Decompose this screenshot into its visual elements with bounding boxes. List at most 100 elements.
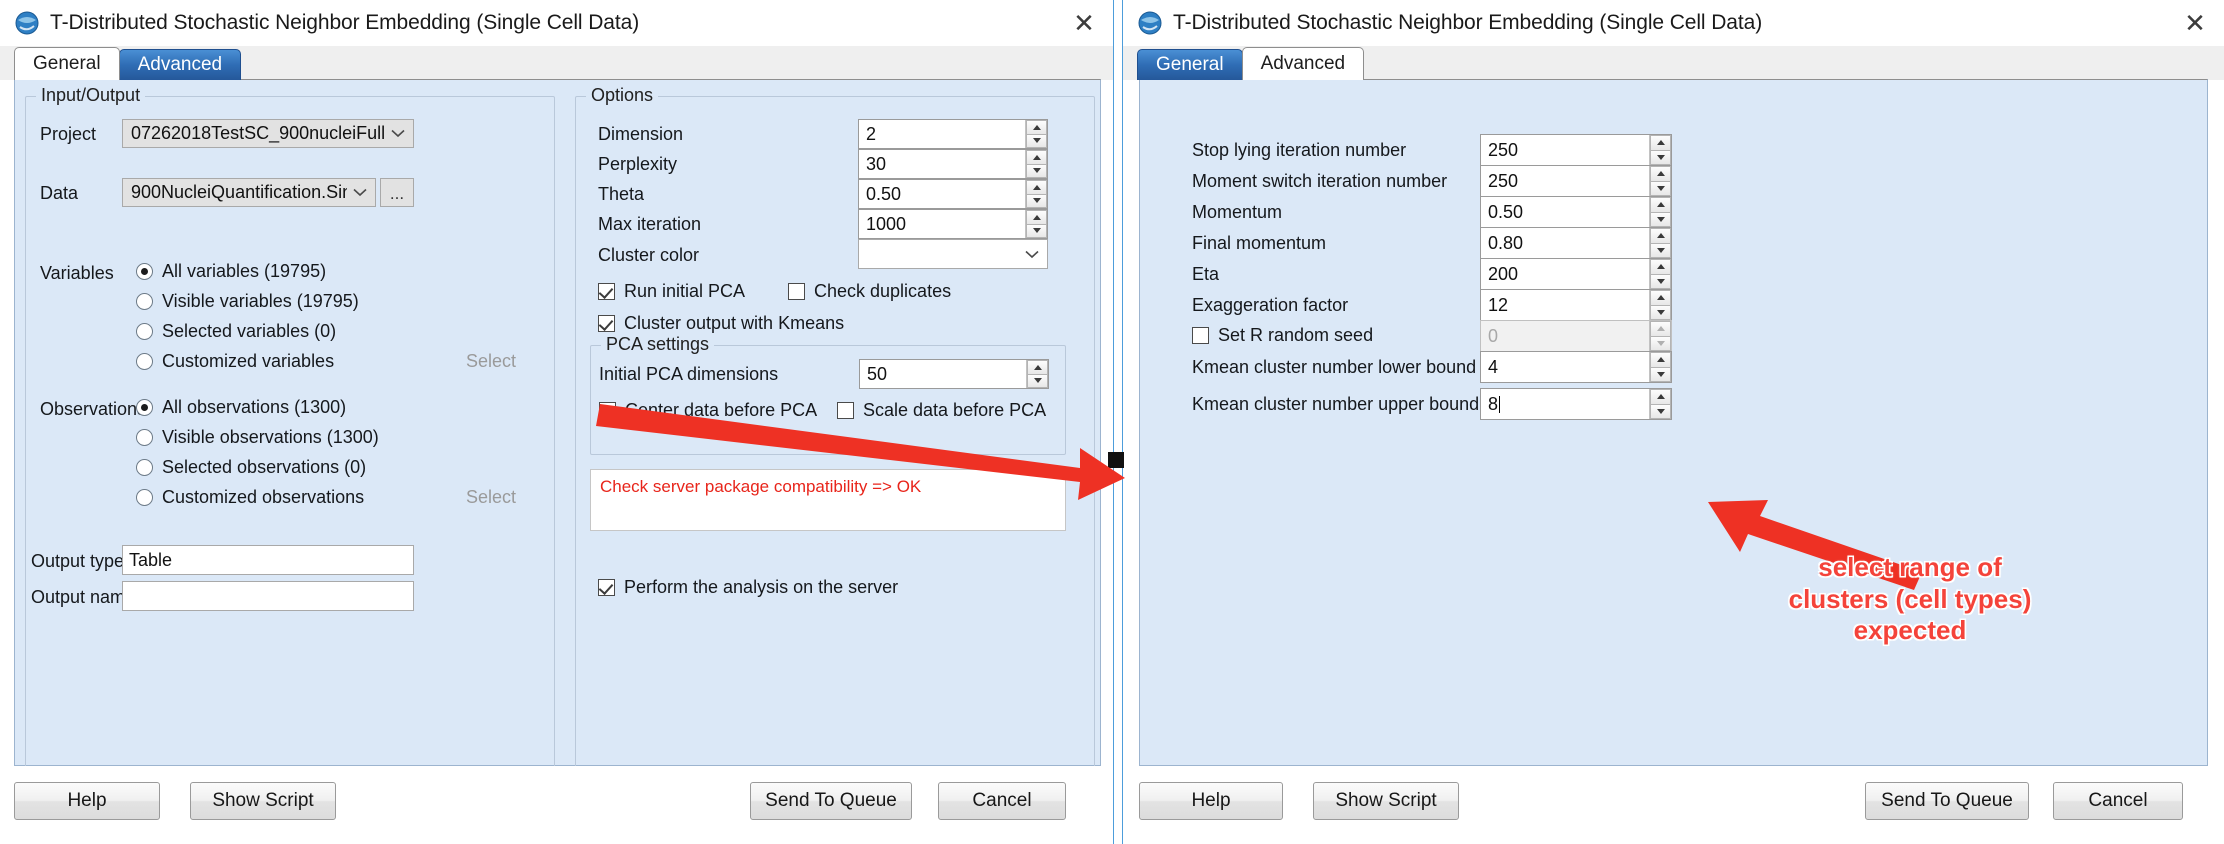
momentum-spin-buttons[interactable] <box>1649 197 1671 227</box>
r-random-seed-spinner[interactable]: 0 <box>1480 320 1672 352</box>
cancel-button-left[interactable]: Cancel <box>938 782 1066 820</box>
spin-up-icon[interactable] <box>1650 389 1671 404</box>
spin-up-icon[interactable] <box>1650 228 1671 243</box>
spin-down-icon[interactable] <box>1650 304 1671 320</box>
radio-selected-observations-label: Selected observations (0) <box>162 457 367 477</box>
kmean-lower-bound-spin-buttons[interactable] <box>1649 352 1671 382</box>
stop-lying-iteration-spin-buttons[interactable] <box>1649 135 1671 165</box>
tab-general-left[interactable]: General <box>14 47 120 80</box>
radio-all-variables[interactable]: All variables (19795) <box>136 261 326 282</box>
kmean-upper-bound-value: 8 <box>1481 389 1649 419</box>
dimension-spinner[interactable]: 2 <box>858 119 1048 149</box>
output-name-field[interactable] <box>122 581 414 611</box>
radio-customized-variables[interactable]: Customized variables <box>136 351 334 372</box>
stop-lying-iteration-spinner[interactable]: 250 <box>1480 134 1672 166</box>
spin-down-icon[interactable] <box>1026 223 1047 238</box>
help-button-left[interactable]: Help <box>14 782 160 820</box>
theta-spin-buttons[interactable] <box>1025 180 1047 208</box>
show-script-button-left[interactable]: Show Script <box>190 782 336 820</box>
eta-spin-buttons[interactable] <box>1649 259 1671 289</box>
checkbox-center-data-before-pca[interactable]: Center data before PCA <box>599 400 817 421</box>
spin-down-icon[interactable] <box>1650 403 1671 419</box>
spin-down-icon[interactable] <box>1650 211 1671 227</box>
spin-up-icon[interactable] <box>1650 135 1671 150</box>
exaggeration-factor-spinner[interactable]: 12 <box>1480 289 1672 321</box>
r-random-seed-value: 0 <box>1488 325 1499 346</box>
eta-spinner[interactable]: 200 <box>1480 258 1672 290</box>
project-combo[interactable]: 07262018TestSC_900nucleiFull <box>122 119 414 148</box>
spin-down-icon[interactable] <box>1650 149 1671 165</box>
send-to-queue-button-right[interactable]: Send To Queue <box>1865 782 2029 820</box>
dimension-spin-buttons[interactable] <box>1025 120 1047 148</box>
max-iteration-spinner[interactable]: 1000 <box>858 209 1048 239</box>
initial-pca-dimensions-spin-buttons[interactable] <box>1026 360 1048 388</box>
spin-up-icon[interactable] <box>1650 259 1671 274</box>
show-script-button-right[interactable]: Show Script <box>1313 782 1459 820</box>
spin-up-icon[interactable] <box>1650 290 1671 305</box>
send-to-queue-button-left[interactable]: Send To Queue <box>750 782 912 820</box>
spin-up-icon[interactable] <box>1027 360 1048 374</box>
spin-up-icon[interactable] <box>1026 210 1047 224</box>
r-random-seed-spin-buttons[interactable] <box>1649 321 1671 351</box>
tab-general-right[interactable]: General <box>1137 49 1243 80</box>
tsne-dialog-general: T-Distributed Stochastic Neighbor Embedd… <box>0 0 1114 844</box>
perplexity-spin-buttons[interactable] <box>1025 150 1047 178</box>
radio-all-observations[interactable]: All observations (1300) <box>136 397 346 418</box>
radio-visible-observations[interactable]: Visible observations (1300) <box>136 427 379 448</box>
window-divider-marker <box>1108 452 1124 468</box>
moment-switch-iteration-spinner[interactable]: 250 <box>1480 165 1672 197</box>
spin-down-icon[interactable] <box>1026 133 1047 148</box>
radio-selected-variables[interactable]: Selected variables (0) <box>136 321 336 342</box>
radio-customized-observations[interactable]: Customized observations <box>136 487 364 508</box>
final-momentum-spinner[interactable]: 0.80 <box>1480 227 1672 259</box>
data-browse-button[interactable]: ... <box>380 178 414 207</box>
spin-down-icon[interactable] <box>1650 180 1671 196</box>
max-iteration-spin-buttons[interactable] <box>1025 210 1047 238</box>
observations-select-link[interactable]: Select <box>466 487 516 508</box>
chevron-down-icon <box>347 179 373 206</box>
exaggeration-factor-spin-buttons[interactable] <box>1649 290 1671 320</box>
help-button-right[interactable]: Help <box>1139 782 1283 820</box>
momentum-spinner[interactable]: 0.50 <box>1480 196 1672 228</box>
spin-down-icon[interactable] <box>1026 193 1047 208</box>
checkbox-run-initial-pca[interactable]: Run initial PCA <box>598 281 745 302</box>
options-group: Options Dimension 2 Perplexity 30 Theta … <box>575 85 1095 768</box>
kmean-upper-bound-spin-buttons[interactable] <box>1649 389 1671 419</box>
spin-down-icon[interactable] <box>1026 163 1047 178</box>
spin-down-icon[interactable] <box>1650 242 1671 258</box>
spin-down-icon[interactable] <box>1650 366 1671 382</box>
spin-up-icon[interactable] <box>1650 321 1671 336</box>
final-momentum-spin-buttons[interactable] <box>1649 228 1671 258</box>
variables-select-link[interactable]: Select <box>466 351 516 372</box>
radio-visible-variables[interactable]: Visible variables (19795) <box>136 291 359 312</box>
close-icon-left[interactable]: ✕ <box>1061 3 1107 43</box>
moment-switch-iteration-spin-buttons[interactable] <box>1649 166 1671 196</box>
checkbox-scale-data-before-pca[interactable]: Scale data before PCA <box>837 400 1046 421</box>
tab-advanced-left[interactable]: Advanced <box>118 49 242 80</box>
initial-pca-dimensions-spinner[interactable]: 50 <box>859 359 1049 389</box>
spin-up-icon[interactable] <box>1026 120 1047 134</box>
radio-selected-observations[interactable]: Selected observations (0) <box>136 457 366 478</box>
checkbox-perform-analysis-on-server[interactable]: Perform the analysis on the server <box>598 577 898 598</box>
spin-up-icon[interactable] <box>1650 197 1671 212</box>
spin-down-icon[interactable] <box>1650 335 1671 351</box>
close-icon-right[interactable]: ✕ <box>2172 3 2218 43</box>
spin-up-icon[interactable] <box>1026 150 1047 164</box>
theta-spinner[interactable]: 0.50 <box>858 179 1048 209</box>
spin-up-icon[interactable] <box>1026 180 1047 194</box>
perplexity-spinner[interactable]: 30 <box>858 149 1048 179</box>
spin-up-icon[interactable] <box>1650 352 1671 367</box>
spin-down-icon[interactable] <box>1650 273 1671 289</box>
kmean-lower-bound-spinner[interactable]: 4 <box>1480 351 1672 383</box>
checkbox-cluster-output-kmeans[interactable]: Cluster output with Kmeans <box>598 313 844 334</box>
output-type-field[interactable]: Table <box>122 545 414 575</box>
spin-down-icon[interactable] <box>1027 373 1048 388</box>
cancel-button-right[interactable]: Cancel <box>2053 782 2183 820</box>
kmean-upper-bound-spinner[interactable]: 8 <box>1480 388 1672 420</box>
checkbox-set-r-random-seed[interactable]: Set R random seed <box>1192 325 1373 346</box>
checkbox-check-duplicates[interactable]: Check duplicates <box>788 281 951 302</box>
tab-advanced-right[interactable]: Advanced <box>1241 47 1365 80</box>
data-combo[interactable]: 900NucleiQuantification.SingleCellC <box>122 178 376 207</box>
cluster-color-combo[interactable] <box>858 239 1048 269</box>
spin-up-icon[interactable] <box>1650 166 1671 181</box>
